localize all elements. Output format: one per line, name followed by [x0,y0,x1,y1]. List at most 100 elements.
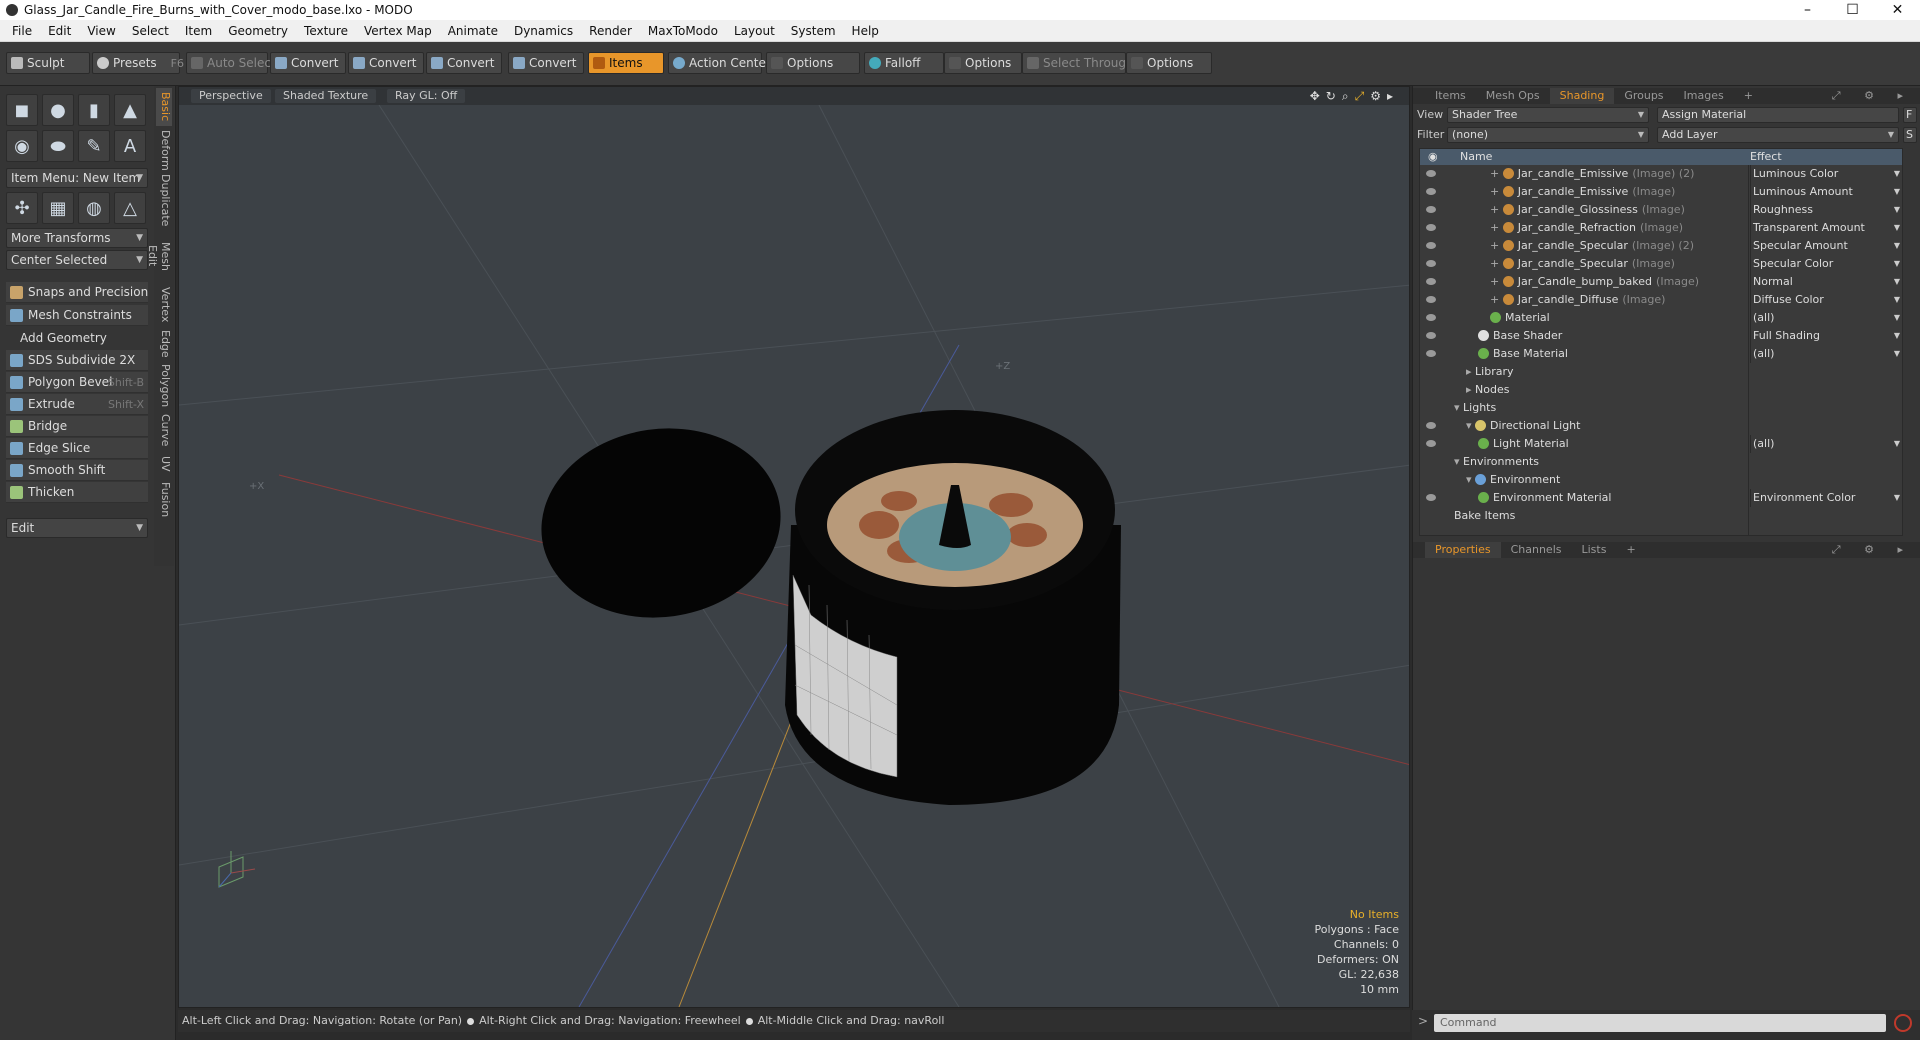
shader-tree-row[interactable]: + Jar_candle_Emissive (Image) (2) Luminous… [1420,165,1902,183]
disclosure-triangle-icon[interactable]: ▾ [1466,419,1475,432]
presets-button[interactable]: Presets F6 [92,52,184,74]
sphere-icon[interactable]: ● [42,94,74,126]
chevron-down-icon[interactable]: ▼ [1894,255,1900,273]
visibility-eye-icon[interactable] [1426,188,1436,195]
shader-tree-row[interactable]: + Jar_candle_Specular (Image) (2) Specular… [1420,237,1902,255]
chevron-down-icon[interactable]: ▼ [1894,183,1900,201]
pan-icon[interactable]: ✥ [1310,89,1320,104]
column-effect[interactable]: Effect [1750,149,1782,165]
raygl-button[interactable]: Ray GL: Off [387,89,466,103]
effect-cell[interactable]: Roughness ▼ [1750,201,1902,219]
gear-icon[interactable]: ⚙ [1854,89,1884,102]
action-center-options-button[interactable]: Options [766,52,860,74]
maximize-button[interactable]: ☐ [1830,0,1875,20]
vtab-vertex[interactable]: Vertex [156,286,172,324]
visibility-eye-icon[interactable] [1426,224,1436,231]
menu-texture[interactable]: Texture [296,24,356,38]
menu-geometry[interactable]: Geometry [220,24,296,38]
gear-icon[interactable]: ⚙ [1370,89,1381,104]
shader-tree-row[interactable]: ▸ Nodes [1420,381,1902,399]
torus-icon[interactable]: ◉ [6,130,38,162]
effect-cell[interactable]: Specular Amount ▼ [1750,237,1902,255]
add-props-tab-button[interactable]: + [1616,542,1645,558]
menu-file[interactable]: File [4,24,40,38]
text-tool-icon[interactable]: A [114,130,146,162]
chevron-down-icon[interactable]: ▼ [1894,219,1900,237]
arrow-right-icon[interactable]: ▸ [1887,89,1913,102]
tab-mesh-ops[interactable]: Mesh Ops [1476,88,1550,104]
falloff-options-button[interactable]: Options [944,52,1022,74]
menu-render[interactable]: Render [581,24,640,38]
visibility-eye-icon[interactable] [1426,242,1436,249]
visibility-eye-icon[interactable] [1426,170,1436,177]
vtab-deform[interactable]: Deform [156,130,172,171]
menu-item[interactable]: Item [177,24,220,38]
vtab-curve[interactable]: Curve [156,412,172,448]
chevron-down-icon[interactable]: ▼ [1894,489,1900,507]
expand-plus-icon[interactable]: + [1490,275,1503,288]
visibility-eye-icon[interactable] [1426,332,1436,339]
tab-groups[interactable]: Groups [1614,88,1673,104]
falloff-button[interactable]: Falloff [864,52,944,74]
select-through-button[interactable]: Select Through [1022,52,1134,74]
effect-cell[interactable]: Environment Color ▼ [1750,489,1902,507]
tool-edge-slice[interactable]: Edge Slice [6,438,148,459]
cylinder-icon[interactable]: ▮ [78,94,110,126]
visibility-eye-icon[interactable] [1426,260,1436,267]
add-geometry-header[interactable]: Add Geometry [6,328,148,348]
arrow-right-icon[interactable]: ▸ [1387,89,1393,104]
shader-tree-row[interactable]: + Jar_candle_Emissive (Image) Luminous Amo… [1420,183,1902,201]
sculpt-button[interactable]: Sculpt [6,52,90,74]
menu-view[interactable]: View [79,24,123,38]
expand-plus-icon[interactable]: + [1490,185,1503,198]
gear-icon[interactable]: ⚙ [1854,543,1884,556]
convert-vertex-button[interactable]: Convert [270,52,346,74]
chevron-down-icon[interactable]: ▼ [1894,201,1900,219]
expand-plus-icon[interactable]: + [1490,293,1503,306]
shader-tree-row[interactable]: + Jar_candle_Glossiness (Image) Roughness ▼ [1420,201,1902,219]
chevron-down-icon[interactable]: ▼ [1894,291,1900,309]
effect-cell[interactable]: (all) ▼ [1750,435,1902,453]
shader-tree-row[interactable]: Light Material (all) ▼ [1420,435,1902,453]
disclosure-triangle-icon[interactable]: ▸ [1466,365,1475,378]
effect-cell[interactable]: Luminous Color ▼ [1750,165,1902,183]
shader-tree-row[interactable]: + Jar_candle_Refraction (Image) Transparen… [1420,219,1902,237]
visibility-eye-icon[interactable] [1426,494,1436,501]
add-layer-dropdown[interactable]: Add Layer ▼ [1657,127,1899,143]
effect-cell[interactable]: Normal ▼ [1750,273,1902,291]
mesh-constraints-button[interactable]: Mesh Constraints [6,305,148,326]
assign-material-button[interactable]: Assign Material [1657,107,1899,123]
shader-tree-row[interactable]: ▾ Directional Light [1420,417,1902,435]
column-name[interactable]: Name [1460,149,1492,165]
chevron-down-icon[interactable]: ▼ [1894,237,1900,255]
select-options-button[interactable]: Options [1126,52,1212,74]
center-selected-dropdown[interactable]: Center Selected ▼ [6,250,148,270]
shader-tree-row[interactable]: Environment Material Environment Color ▼ [1420,489,1902,507]
visibility-eye-icon[interactable] [1426,350,1436,357]
effect-cell[interactable]: Luminous Amount ▼ [1750,183,1902,201]
snaps-precision-button[interactable]: Snaps and Precision [6,282,148,303]
disclosure-triangle-icon[interactable]: ▾ [1454,401,1463,414]
chevron-down-icon[interactable]: ▼ [1894,345,1900,363]
tab-properties[interactable]: Properties [1425,542,1501,558]
effect-cell[interactable]: (all) ▼ [1750,345,1902,363]
vtab-edge[interactable]: Edge [156,328,172,360]
globe-icon[interactable]: ◍ [78,192,110,224]
effect-cell[interactable]: Transparent Amount ▼ [1750,219,1902,237]
vtab-fusion[interactable]: Fusion [156,480,172,520]
menu-animate[interactable]: Animate [440,24,506,38]
disclosure-triangle-icon[interactable]: ▾ [1454,455,1463,468]
menu-maxtomodo[interactable]: MaxToModo [640,24,726,38]
visibility-eye-icon[interactable] [1426,440,1436,447]
transform-icon[interactable]: ✣ [6,192,38,224]
f-button[interactable]: F [1903,107,1917,123]
close-button[interactable]: ✕ [1875,0,1920,20]
vtab-duplicate[interactable]: Duplicate [156,174,172,226]
disclosure-triangle-icon[interactable]: ▾ [1466,473,1475,486]
effect-cell[interactable]: Specular Color ▼ [1750,255,1902,273]
visibility-eye-icon[interactable] [1426,206,1436,213]
visibility-eye-icon[interactable] [1426,422,1436,429]
chevron-down-icon[interactable]: ▼ [1894,435,1900,453]
tool-thicken[interactable]: Thicken [6,482,148,503]
view-dropdown[interactable]: Shader Tree ▼ [1447,107,1649,123]
